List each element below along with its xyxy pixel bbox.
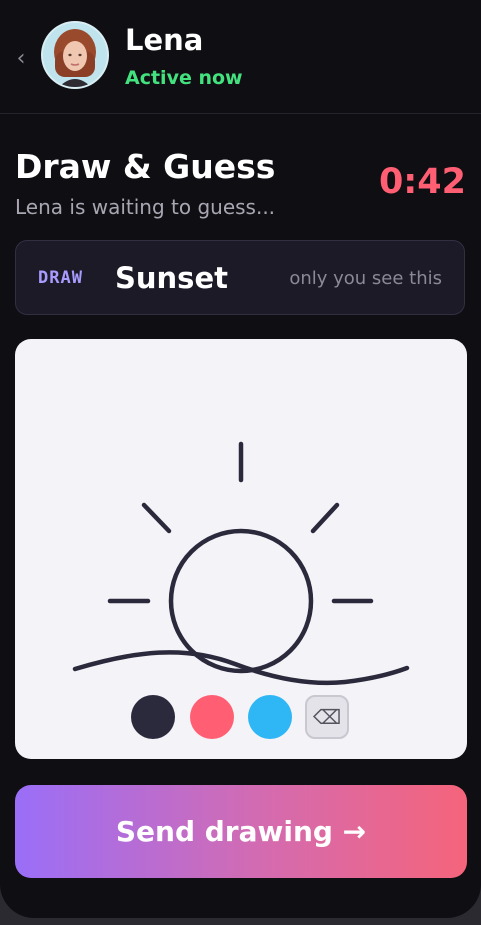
send-drawing-button[interactable]: Send drawing → — [15, 785, 467, 878]
sun-ray-stroke — [310, 502, 340, 534]
secret-word: Sunset — [115, 261, 228, 295]
status-active: Active now — [125, 67, 243, 89]
avatar-image — [43, 23, 107, 87]
sunset-drawing — [72, 441, 410, 686]
privacy-note: only you see this — [289, 268, 442, 289]
draw-tag: DRAW — [38, 268, 83, 288]
chevron-left-icon: ‹ — [16, 46, 26, 71]
back-button[interactable]: ‹ — [12, 44, 30, 74]
avatar[interactable] — [43, 23, 107, 87]
secret-word-card: DRAW Sunset only you see this — [15, 240, 465, 315]
contact-name: Lena — [125, 23, 204, 57]
color-swatch-dark[interactable] — [131, 695, 175, 739]
chat-header: ‹ Lena Active now — [0, 0, 481, 114]
sun-ray-stroke — [141, 502, 172, 534]
color-swatch-blue[interactable] — [248, 695, 292, 739]
game-title: Draw & Guess — [15, 147, 276, 186]
chat-screen: ‹ Lena Active now Draw & Guess Lena is w… — [0, 0, 481, 918]
eraser-icon: ⌫ — [312, 705, 342, 729]
drawing-canvas[interactable]: ⌫ — [15, 339, 467, 759]
game-subtitle: Lena is waiting to guess... — [15, 195, 276, 219]
horizon-stroke — [72, 650, 410, 686]
countdown-timer: 0:42 — [378, 162, 466, 202]
eraser-button[interactable]: ⌫ — [305, 695, 349, 739]
sun-stroke — [168, 528, 314, 674]
color-swatch-red[interactable] — [190, 695, 234, 739]
